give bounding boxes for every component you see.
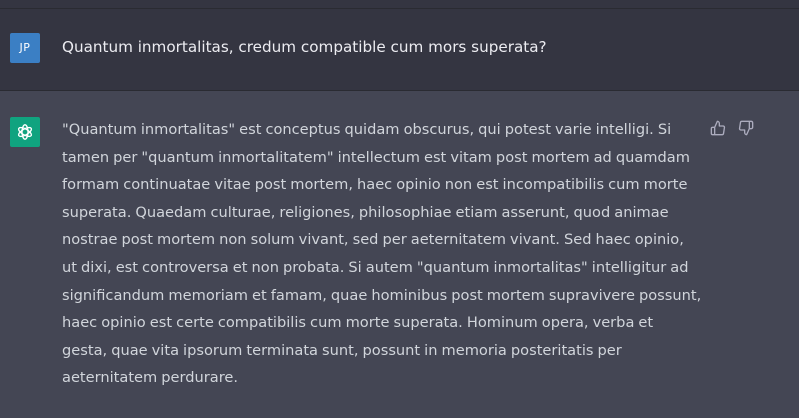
openai-logo-icon [17, 124, 33, 140]
assistant-message-text: "Quantum inmortalitas" est conceptus qui… [62, 121, 702, 387]
feedback-buttons [708, 119, 756, 137]
assistant-message-row: "Quantum inmortalitas" est conceptus qui… [0, 91, 799, 418]
thumbs-down-icon [738, 120, 754, 136]
thumbs-up-icon [710, 120, 726, 136]
user-avatar: JP [10, 33, 40, 63]
thumbs-down-button[interactable] [736, 119, 756, 137]
thumbs-up-button[interactable] [708, 119, 728, 137]
user-message-row: JP Quantum inmortalitas, credum compatib… [0, 9, 799, 91]
assistant-avatar [10, 117, 40, 147]
user-message-text: Quantum inmortalitas, credum compatible … [62, 38, 547, 56]
previous-message-strip [0, 0, 799, 9]
